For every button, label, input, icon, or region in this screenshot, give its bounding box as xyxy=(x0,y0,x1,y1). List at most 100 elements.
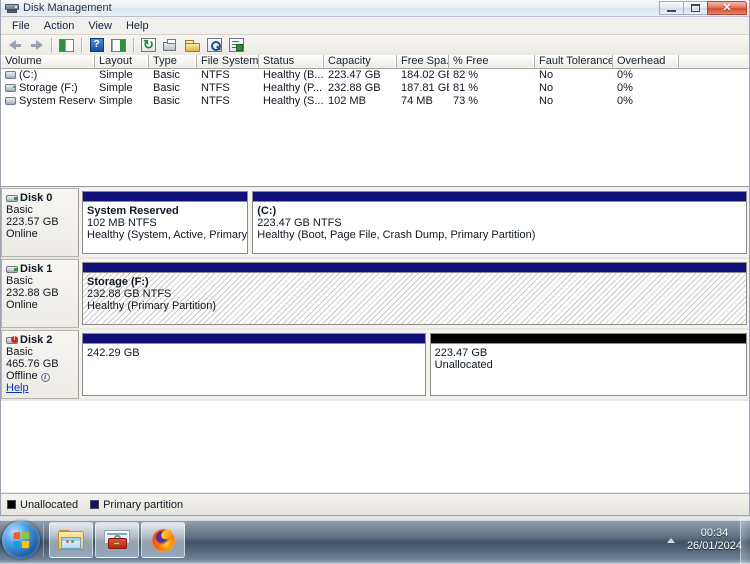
partition-size: 232.88 GB NTFS xyxy=(87,288,746,300)
column-header-free-spa[interactable]: Free Spa... xyxy=(397,55,449,68)
column-header-capacity[interactable]: Capacity xyxy=(324,55,397,68)
magnify-icon[interactable] xyxy=(204,36,225,55)
partition-size: 223.47 GB NTFS xyxy=(257,217,746,229)
maximize-button[interactable] xyxy=(683,1,708,15)
disk-graphical-view[interactable]: Disk 0Basic223.57 GBOnlineSystem Reserve… xyxy=(1,188,750,492)
show-desktop-button[interactable] xyxy=(740,517,750,564)
volume-list-header: VolumeLayoutTypeFile SystemStatusCapacit… xyxy=(1,55,750,69)
volume-list-body[interactable]: (C:)SimpleBasicNTFSHealthy (B...223.47 G… xyxy=(1,69,750,108)
partition-color-bar xyxy=(83,263,746,273)
info-icon[interactable]: i xyxy=(41,373,50,382)
volume-cell-volume: Storage (F:) xyxy=(1,82,95,95)
clock-date: 26/01/2024 xyxy=(687,540,742,553)
column-header-overhead[interactable]: Overhead xyxy=(613,55,679,68)
help-link[interactable]: Help xyxy=(6,382,29,394)
disk-info-panel[interactable]: Disk 0Basic223.57 GBOnline xyxy=(1,188,79,257)
column-header-fault-tolerance[interactable]: Fault Tolerance xyxy=(535,55,613,68)
close-button[interactable]: ✕ xyxy=(707,1,747,15)
column-header-file-system[interactable]: File System xyxy=(197,55,259,68)
refresh-icon[interactable] xyxy=(138,36,159,55)
partition-color-bar xyxy=(83,192,247,202)
disk-info-panel[interactable]: Disk 1Basic232.88 GBOnline xyxy=(1,259,79,328)
menu-item-view[interactable]: View xyxy=(81,19,119,33)
menu-bar: File Action View Help xyxy=(1,17,749,35)
volume-cell-type: Basic xyxy=(149,95,197,108)
folder-icon xyxy=(58,530,84,551)
disk-info-panel[interactable]: !Disk 2Basic465.76 GBOfflineiHelp xyxy=(1,330,79,399)
disk-name: !Disk 2 xyxy=(6,334,74,346)
menu-item-file[interactable]: File xyxy=(5,19,37,33)
partition-size: 102 MB NTFS xyxy=(87,217,247,229)
column-header-blank[interactable] xyxy=(679,55,749,68)
disk-state-label: Offline xyxy=(6,370,38,382)
column-header-status[interactable]: Status xyxy=(259,55,324,68)
volume-cell-percent-free: 73 % xyxy=(449,95,535,108)
volume-row[interactable]: Storage (F:)SimpleBasicNTFSHealthy (P...… xyxy=(1,82,750,95)
volume-cell-layout: Simple xyxy=(95,95,149,108)
volume-cell-file-system: NTFS xyxy=(197,69,259,82)
column-header-type[interactable]: Type xyxy=(149,55,197,68)
volume-cell-overhead: 0% xyxy=(613,82,679,95)
disk-online-icon xyxy=(6,265,18,274)
disk-state-label: Online xyxy=(6,228,38,240)
firefox-taskbar-button[interactable] xyxy=(141,522,185,558)
volume-list-pane[interactable]: VolumeLayoutTypeFile SystemStatusCapacit… xyxy=(1,55,750,187)
partition-color-bar xyxy=(83,334,425,344)
volume-cell-free-space: 74 MB xyxy=(397,95,449,108)
volume-cell-status: Healthy (P... xyxy=(259,82,324,95)
start-button[interactable] xyxy=(2,521,40,559)
menu-item-help[interactable]: Help xyxy=(119,19,156,33)
toolbar-separator-2 xyxy=(81,38,82,53)
rescan-disks-icon[interactable] xyxy=(160,36,181,55)
partition-status: Healthy (Primary Partition) xyxy=(87,300,746,312)
volume-cell-percent-free: 81 % xyxy=(449,82,535,95)
column-header-layout[interactable]: Layout xyxy=(95,55,149,68)
volume-cell-capacity: 102 MB xyxy=(324,95,397,108)
disk-size: 223.57 GB xyxy=(6,216,74,228)
disk-name: Disk 1 xyxy=(6,263,74,275)
disk-offline-icon: ! xyxy=(6,336,18,345)
column-header-volume[interactable]: Volume xyxy=(1,55,95,68)
volume-drive-icon xyxy=(5,84,16,92)
show-hide-console-tree-icon[interactable] xyxy=(56,36,77,55)
disk-type: Basic xyxy=(6,275,74,287)
help-icon[interactable]: ? xyxy=(86,36,107,55)
partition-color-bar xyxy=(431,334,746,344)
chevron-up-icon[interactable] xyxy=(665,534,677,546)
taskbar: 00:34 26/01/2024 xyxy=(0,516,750,563)
menu-item-action[interactable]: Action xyxy=(37,19,82,33)
open-icon[interactable] xyxy=(182,36,203,55)
partition-unallocated[interactable]: 223.47 GBUnallocated xyxy=(430,333,747,396)
properties-icon[interactable] xyxy=(226,36,247,55)
partition-primary[interactable]: System Reserved102 MB NTFSHealthy (Syste… xyxy=(82,191,248,254)
toolbox-taskbar-button[interactable] xyxy=(95,522,139,558)
forward-arrow-icon[interactable] xyxy=(26,36,47,55)
disk-size: 232.88 GB xyxy=(6,287,74,299)
minimize-button[interactable] xyxy=(659,1,684,15)
partition-primary[interactable]: 242.29 GB xyxy=(82,333,426,396)
disk-partition-lane: 242.29 GB223.47 GBUnallocated xyxy=(79,330,750,399)
back-arrow-icon[interactable] xyxy=(4,36,25,55)
disk-name: Disk 0 xyxy=(6,192,74,204)
title-bar: Disk Management ✕ xyxy=(1,0,749,17)
partition-body: 242.29 GB xyxy=(83,344,425,395)
partition-primary[interactable]: Storage (F:)232.88 GB NTFSHealthy (Prima… xyxy=(82,262,747,325)
volume-cell-status: Healthy (B... xyxy=(259,69,324,82)
column-header-free[interactable]: % Free xyxy=(449,55,535,68)
volume-cell-volume: (C:) xyxy=(1,69,95,82)
volume-row[interactable]: System ReservedSimpleBasicNTFSHealthy (S… xyxy=(1,95,750,108)
volume-cell-volume: System Reserved xyxy=(1,95,95,108)
volume-row[interactable]: (C:)SimpleBasicNTFSHealthy (B...223.47 G… xyxy=(1,69,750,82)
volume-cell-type: Basic xyxy=(149,82,197,95)
system-tray: 00:34 26/01/2024 xyxy=(665,517,750,563)
partition-status: Healthy (Boot, Page File, Crash Dump, Pr… xyxy=(257,229,746,241)
volume-cell-type: Basic xyxy=(149,69,197,82)
show-hide-action-pane-icon[interactable] xyxy=(108,36,129,55)
volume-drive-icon xyxy=(5,71,16,79)
volume-cell-file-system: NTFS xyxy=(197,82,259,95)
toolbox-icon xyxy=(104,530,130,551)
disk-state: Offlinei xyxy=(6,370,74,382)
clock[interactable]: 00:34 26/01/2024 xyxy=(687,527,742,553)
partition-primary[interactable]: (C:)223.47 GB NTFSHealthy (Boot, Page Fi… xyxy=(252,191,747,254)
windows-explorer-taskbar-button[interactable] xyxy=(49,522,93,558)
